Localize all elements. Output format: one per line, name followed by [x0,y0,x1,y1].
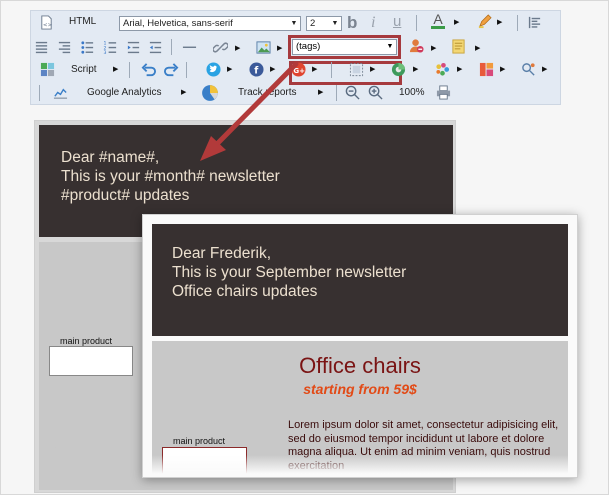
numbered-list-icon[interactable]: 123 [103,40,118,55]
toolbar-separator [517,15,518,31]
background-blog-text: blog [40,444,58,454]
font-size-select[interactable]: 2 ▼ [306,16,342,31]
caret-right-icon[interactable]: ▶ [181,88,186,96]
font-size-value: 2 [310,18,316,29]
indent-icon[interactable] [126,40,141,55]
color-wheel-icon[interactable] [391,62,406,77]
greeting-line: Dear Frederik, [172,245,272,262]
greeting-line: Dear #name#, [61,149,160,166]
toolbar-separator [129,62,130,78]
underline-icon[interactable]: u [393,13,401,30]
caret-right-icon[interactable]: ▶ [542,65,547,73]
caret-right-icon[interactable]: ▶ [235,44,240,52]
google-plus-icon[interactable]: G+ [291,62,306,77]
toolbar-separator [331,62,332,78]
main-product-label: main product [173,436,226,446]
track-reports-button[interactable]: Track reports [238,87,297,98]
bullet-list-icon[interactable] [80,40,95,55]
caret-right-icon[interactable]: ▶ [454,18,459,26]
align-right-icon[interactable] [57,40,72,55]
link-icon[interactable] [213,40,228,55]
pie-chart-icon[interactable] [201,84,219,102]
greeting-line: Office chairs updates [172,283,318,300]
greeting-line: This is your September newsletter [172,264,407,281]
toolbar-separator [171,39,172,55]
rendered-email-header: Dear Frederik, This is your September ne… [152,224,568,336]
palette-icon[interactable] [435,62,450,77]
bold-icon[interactable]: b [347,13,357,33]
google-analytics-button[interactable]: Google Analytics [87,87,162,98]
main-product-label: main product [60,336,113,346]
caret-right-icon[interactable]: ▶ [227,65,232,73]
tags-highlight-box [288,35,401,59]
product-subtitle: starting from 59$ [303,381,417,397]
zoom-in-icon[interactable] [368,85,383,100]
caret-right-icon[interactable]: ▶ [270,65,275,73]
toolbar-separator [416,15,417,31]
align-left-icon[interactable] [527,15,542,30]
rendered-email: Dear Frederik, This is your September ne… [142,214,578,478]
caret-right-icon[interactable]: ▶ [277,44,282,52]
svg-text:<>: <> [43,22,53,28]
product-title: Office chairs [299,353,421,378]
align-justify-icon[interactable] [34,40,49,55]
chevron-down-icon: ▼ [331,20,339,27]
undo-icon[interactable] [141,62,156,77]
greeting-line: This is your #month# newsletter [61,168,280,185]
html-button[interactable]: HTML [69,16,96,27]
script-blocks-icon[interactable] [40,62,55,77]
greeting-line: #product# updates [61,187,190,204]
user-remove-icon[interactable] [409,38,424,53]
font-family-value: Arial, Helvetica, sans-serif [123,18,233,29]
chevron-down-icon: ▼ [290,20,298,27]
caret-right-icon[interactable]: ▶ [431,44,436,52]
find-user-icon[interactable] [521,62,536,77]
redo-icon[interactable] [164,62,179,77]
template-greeting: Dear #name#, This is your #month# newsle… [61,148,280,205]
svg-text:G+: G+ [293,66,305,75]
analytics-chart-icon[interactable] [53,85,68,100]
html-source-icon[interactable]: <> [39,15,54,30]
svg-text:3: 3 [103,50,106,55]
caret-right-icon[interactable]: ▶ [500,65,505,73]
caret-right-icon[interactable]: ▶ [312,65,317,73]
layout-icon[interactable] [479,62,494,77]
outdent-icon[interactable] [148,40,163,55]
toolbar-separator [39,85,40,101]
zoom-level[interactable]: 100% [399,87,425,98]
rendered-greeting: Dear Frederik, This is your September ne… [172,244,406,301]
fade-overlay [143,455,577,477]
text-color-icon[interactable]: A [431,12,445,29]
caret-right-icon[interactable]: ▶ [413,65,418,73]
toolbar-separator [336,85,337,101]
caret-right-icon[interactable]: ▶ [318,88,323,96]
zoom-out-icon[interactable] [345,85,360,100]
font-family-select[interactable]: Arial, Helvetica, sans-serif ▼ [119,16,301,31]
caret-right-icon[interactable]: ▶ [457,65,462,73]
script-button[interactable]: Script [71,64,97,75]
facebook-icon[interactable]: f [249,62,264,77]
italic-icon[interactable]: i [371,14,375,32]
print-icon[interactable] [436,85,451,100]
toolbar-separator [186,62,187,78]
caret-right-icon[interactable]: ▶ [113,65,118,73]
caret-right-icon[interactable]: ▶ [475,44,480,52]
table-select-icon[interactable] [349,62,364,77]
twitter-icon[interactable] [206,62,221,77]
highlight-pen-icon[interactable] [477,14,492,29]
caret-right-icon[interactable]: ▶ [497,18,502,26]
image-icon[interactable] [256,40,271,55]
horizontal-rule-icon[interactable] [182,40,197,55]
caret-right-icon[interactable]: ▶ [370,65,375,73]
main-product-box [49,346,133,376]
document-icon[interactable] [451,39,466,54]
